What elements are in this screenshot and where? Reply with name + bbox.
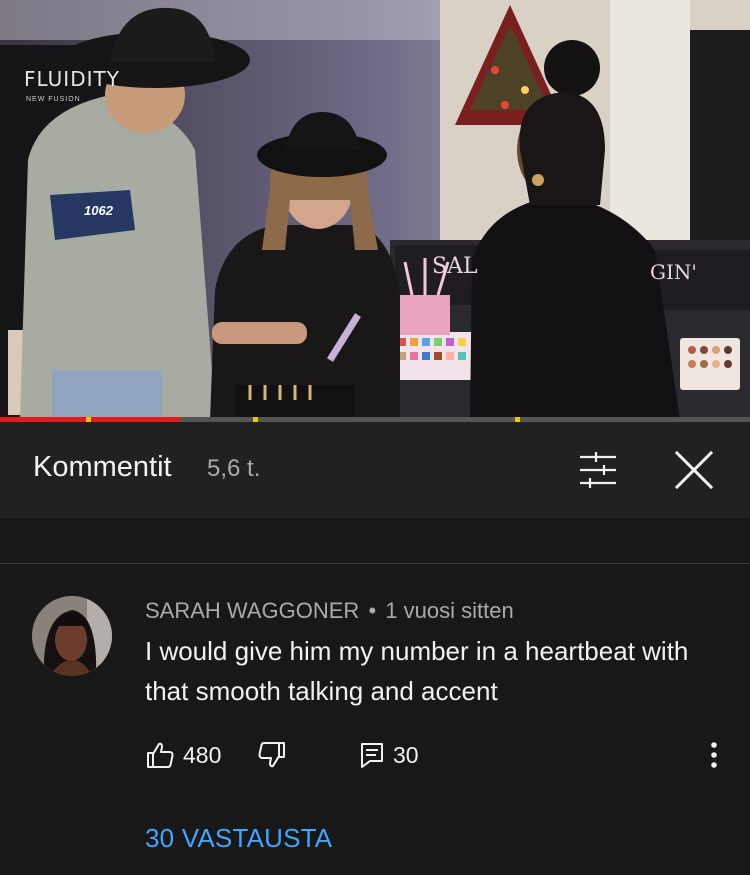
reply-count: 30 <box>393 741 419 768</box>
store-sign-subtext: NEW FUSION <box>26 96 81 103</box>
meta-separator: • <box>368 598 377 623</box>
comment-actions: 480 30 <box>145 735 725 775</box>
thumb-up-icon <box>147 742 174 768</box>
close-icon[interactable] <box>670 446 718 494</box>
palette-sign-right: GIN' <box>650 260 697 284</box>
comments-title: Kommentit <box>33 451 172 483</box>
store-sign-text: FLUIDITY <box>24 67 120 91</box>
reply-button[interactable]: 30 <box>359 735 419 775</box>
like-count: 480 <box>183 741 222 768</box>
dislike-button[interactable] <box>257 735 287 775</box>
like-button[interactable]: 480 <box>145 735 221 775</box>
comment-author[interactable]: SARAH WAGGONER <box>145 598 359 623</box>
thumb-down-icon <box>258 742 285 768</box>
comments-header: Kommentit 5,6 t. <box>0 422 750 518</box>
avatar[interactable] <box>32 596 112 676</box>
reply-icon <box>361 743 383 768</box>
view-replies-button[interactable]: 30 VASTAUSTA <box>145 823 332 854</box>
comments-spacer <box>0 518 750 563</box>
sort-sliders-icon[interactable] <box>576 448 620 492</box>
comments-count: 5,6 t. <box>207 455 261 482</box>
jacket-patch-text: 1062 <box>84 203 113 218</box>
video-player[interactable]: FLUIDITY NEW FUSION SAL GIN' 1062 <box>0 0 750 420</box>
more-vert-icon[interactable] <box>697 740 731 772</box>
comment-text: I would give him my number in a heartbea… <box>145 636 689 706</box>
comment-time: 1 vuosi sitten <box>385 598 514 623</box>
divider <box>0 563 750 564</box>
palette-sign-left: SAL <box>432 254 478 279</box>
comment-meta: SARAH WAGGONER • 1 vuosi sitten <box>145 598 514 624</box>
